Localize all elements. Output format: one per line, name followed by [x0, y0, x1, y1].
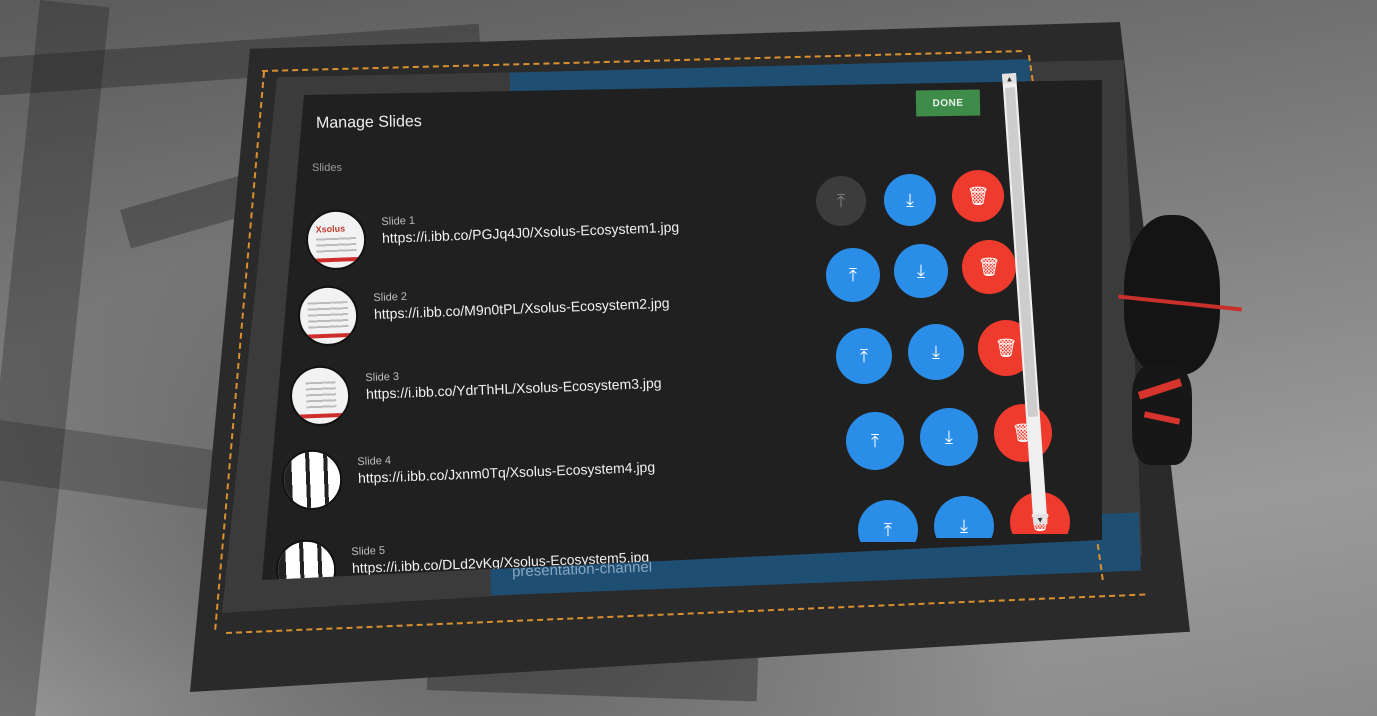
- move-down-button[interactable]: ⤓: [884, 174, 936, 226]
- slide-url: https://i.ibb.co/PGJq4J0/Xsolus-Ecosyste…: [381, 218, 680, 247]
- move-up-button[interactable]: ⤒: [836, 328, 892, 384]
- avatar: [1110, 215, 1242, 465]
- arrow-to-top-icon: ⤒: [837, 190, 845, 211]
- thumbnail-text-lines: [307, 301, 349, 329]
- trash-icon: 🗑: [994, 337, 1018, 358]
- thumbnail-red-stripe: [308, 256, 365, 263]
- download-arrow-icon: ⤓: [960, 515, 968, 536]
- dialog-title: Manage Slides: [315, 113, 422, 132]
- slide-url: https://i.ibb.co/M9n0tPL/Xsolus-Ecosyste…: [373, 294, 670, 323]
- move-up-button[interactable]: ⤒: [846, 412, 904, 470]
- download-arrow-icon: ⤓: [945, 426, 953, 447]
- scroll-up-arrow[interactable]: ▲: [1002, 73, 1017, 84]
- move-up-button[interactable]: ⤒: [826, 248, 880, 302]
- thumbnail-red-stripe: [300, 332, 357, 339]
- thumbnail-red-stripe: [292, 412, 349, 419]
- delete-button[interactable]: 🗑: [952, 170, 1004, 222]
- slide-name: Slide 5: [351, 544, 386, 559]
- slide-url: https://i.ibb.co/Jxnm0Tq/Xsolus-Ecosyste…: [357, 458, 656, 487]
- move-down-button[interactable]: ⤓: [920, 408, 978, 466]
- delete-button[interactable]: 🗑: [962, 240, 1016, 294]
- arrow-to-top-icon: ⤒: [884, 519, 892, 540]
- trash-icon: 🗑: [966, 185, 990, 206]
- slide-thumbnail: [280, 448, 344, 511]
- move-up-button-disabled[interactable]: ⤒: [816, 176, 866, 226]
- slide-thumbnail: [288, 364, 352, 427]
- move-down-button[interactable]: ⤓: [908, 324, 964, 380]
- arrow-to-top-icon: ⤒: [849, 264, 857, 285]
- vr-scene: presentation-channel Manage Slides DONE …: [0, 0, 1377, 716]
- slide-name: Slide 2: [373, 290, 408, 305]
- thumbnail-photo: [277, 540, 338, 580]
- thumbnail-photo: [283, 450, 344, 511]
- download-arrow-icon: ⤓: [917, 260, 925, 281]
- slide-name: Slide 4: [357, 454, 392, 469]
- arrow-to-top-icon: ⤒: [871, 430, 879, 451]
- trash-icon: 🗑: [977, 256, 1001, 277]
- slide-thumbnail: [296, 284, 360, 347]
- arrow-to-top-icon: ⤒: [860, 345, 868, 366]
- download-arrow-icon: ⤓: [932, 341, 940, 362]
- thumbnail-text-lines: [316, 237, 357, 253]
- slide-url: https://i.ibb.co/YdrThHL/Xsolus-Ecosyste…: [365, 374, 662, 403]
- done-button[interactable]: DONE: [915, 89, 981, 117]
- slide-name: Slide 3: [365, 370, 400, 385]
- thumbnail-text-lines: [305, 381, 337, 409]
- floor-shadow: [0, 0, 110, 716]
- slide-thumbnail: Xsolus: [304, 208, 368, 271]
- download-arrow-icon: ⤓: [906, 189, 914, 210]
- move-down-button[interactable]: ⤓: [894, 244, 948, 298]
- delete-button[interactable]: 🗑: [994, 404, 1052, 462]
- slide-thumbnail: [274, 538, 338, 580]
- section-label: Slides: [312, 162, 342, 174]
- xsolus-logo: Xsolus: [315, 223, 346, 235]
- slide-name: Slide 1: [381, 214, 416, 229]
- scroll-down-arrow[interactable]: ▼: [1032, 513, 1048, 525]
- avatar-head: [1124, 215, 1220, 375]
